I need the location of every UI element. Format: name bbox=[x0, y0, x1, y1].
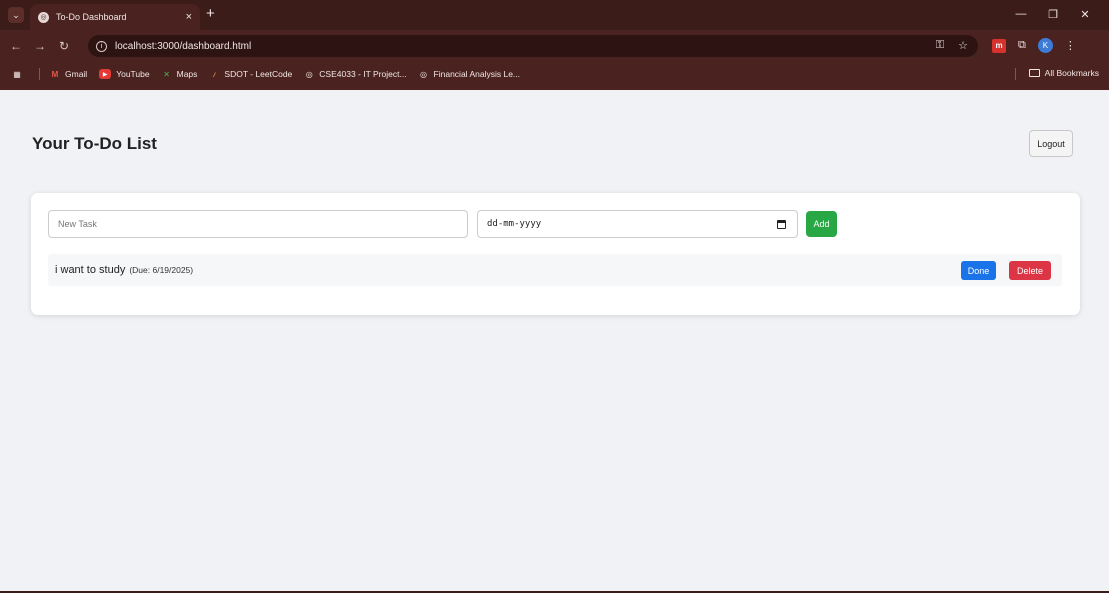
browser-chrome: ⌄ ◎ To-Do Dashboard × + — ❐ ✕ ← → ↻ i lo… bbox=[0, 0, 1109, 90]
bookmarks-bar: ▦ M Gmail ▶ YouTube ✕ Maps ⳇ SDOT - Leet… bbox=[0, 63, 1109, 85]
close-window-icon[interactable]: ✕ bbox=[1069, 4, 1101, 24]
gmail-icon: M bbox=[51, 69, 59, 79]
globe-icon: ◎ bbox=[420, 69, 428, 79]
folder-icon bbox=[1028, 69, 1040, 77]
window-controls: — ❐ ✕ bbox=[1005, 4, 1101, 24]
password-key-icon[interactable]: ⚿ bbox=[936, 39, 944, 52]
bookmark-cse4033[interactable]: ◎ CSE4033 - IT Project... bbox=[304, 69, 407, 79]
new-task-input[interactable] bbox=[48, 210, 468, 238]
address-bar[interactable]: i localhost:3000/dashboard.html ⚿ ☆ bbox=[88, 35, 978, 57]
restore-icon[interactable]: ❐ bbox=[1037, 4, 1069, 24]
tab-strip: ⌄ ◎ To-Do Dashboard × + — ❐ ✕ bbox=[0, 0, 1109, 30]
bookmark-gmail[interactable]: M Gmail bbox=[50, 69, 88, 79]
bookmark-financial-analysis[interactable]: ◎ Financial Analysis Le... bbox=[419, 69, 520, 79]
extensions-puzzle-icon[interactable]: ⧉ bbox=[1018, 39, 1026, 52]
url-text: localhost:3000/dashboard.html bbox=[115, 40, 252, 52]
bookmark-star-icon[interactable]: ☆ bbox=[958, 39, 968, 52]
tab-search-button[interactable]: ⌄ bbox=[8, 7, 24, 23]
back-icon[interactable]: ← bbox=[6, 39, 26, 53]
extension-icon[interactable]: m bbox=[992, 38, 1006, 53]
profile-avatar[interactable]: K bbox=[1037, 38, 1053, 53]
maps-icon: ✕ bbox=[163, 69, 170, 79]
logout-button[interactable]: Logout bbox=[1029, 130, 1073, 157]
dashboard-page: Your To-Do List Logout dd-mm-yyyy Add i … bbox=[0, 90, 1109, 591]
tab-active[interactable]: ◎ To-Do Dashboard × bbox=[30, 4, 200, 30]
page-title: Your To-Do List bbox=[32, 134, 157, 153]
task-due-date: (Due: 6/19/2025) bbox=[129, 265, 194, 275]
minimize-icon[interactable]: — bbox=[1005, 4, 1037, 24]
calendar-icon[interactable] bbox=[777, 220, 786, 229]
leetcode-icon: ⳇ bbox=[212, 69, 216, 79]
task-text: i want to study bbox=[55, 264, 126, 276]
all-bookmarks-divider bbox=[1015, 68, 1016, 80]
bookmark-maps[interactable]: ✕ Maps bbox=[162, 69, 197, 79]
youtube-icon: ▶ bbox=[99, 69, 112, 79]
site-info-icon[interactable]: i bbox=[96, 40, 107, 52]
tab-close-icon[interactable]: × bbox=[186, 11, 192, 23]
reload-icon[interactable]: ↻ bbox=[54, 39, 74, 53]
date-placeholder: dd-mm-yyyy bbox=[487, 219, 542, 229]
bookmarks-divider bbox=[39, 68, 40, 80]
delete-button[interactable]: Delete bbox=[1009, 261, 1051, 280]
add-task-button[interactable]: Add bbox=[806, 211, 837, 237]
apps-grid-icon[interactable]: ▦ bbox=[12, 69, 27, 79]
menu-kebab-icon[interactable]: ⋮ bbox=[1065, 39, 1076, 52]
tab-title: To-Do Dashboard bbox=[56, 12, 127, 22]
done-button[interactable]: Done bbox=[961, 261, 996, 280]
globe-icon: ◎ bbox=[305, 69, 313, 79]
todo-card: dd-mm-yyyy Add i want to study (Due: 6/1… bbox=[31, 193, 1080, 315]
bookmark-youtube[interactable]: ▶ YouTube bbox=[99, 69, 150, 79]
globe-icon: ◎ bbox=[38, 11, 49, 23]
bookmark-leetcode[interactable]: ⳇ SDOT - LeetCode bbox=[209, 69, 292, 79]
all-bookmarks-button[interactable]: All Bookmarks bbox=[1028, 68, 1099, 78]
new-tab-button[interactable]: + bbox=[206, 6, 215, 22]
due-date-input[interactable]: dd-mm-yyyy bbox=[477, 210, 798, 238]
task-item: i want to study (Due: 6/19/2025) Done De… bbox=[48, 254, 1062, 286]
forward-icon[interactable]: → bbox=[30, 39, 50, 53]
browser-toolbar: ← → ↻ i localhost:3000/dashboard.html ⚿ … bbox=[0, 32, 1109, 60]
